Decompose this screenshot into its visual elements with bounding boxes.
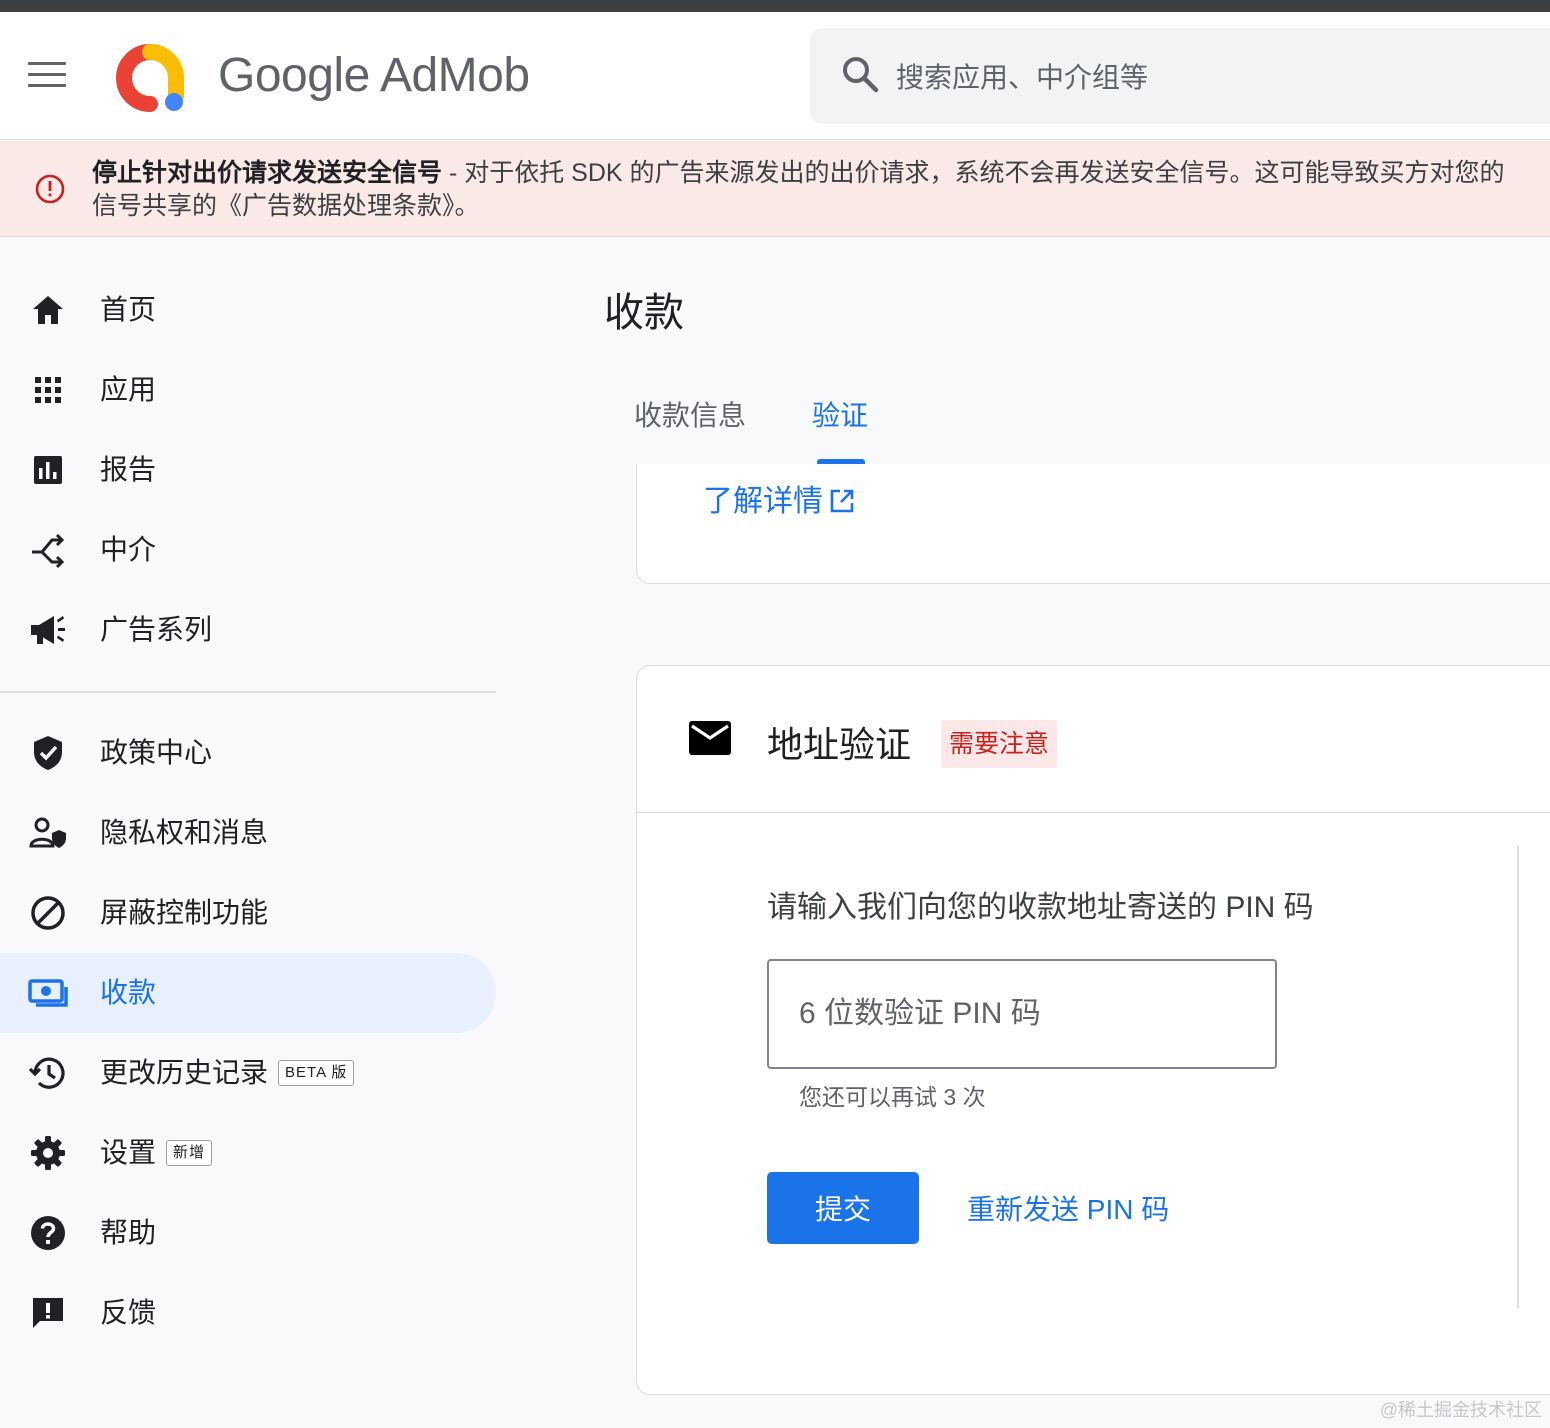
external-link-icon (830, 489, 854, 513)
sidebar-item-label: 政策中心 (100, 737, 213, 768)
sidebar-item-apps[interactable]: 应用 (0, 350, 496, 430)
new-badge: 新增 (166, 1140, 213, 1166)
admob-logo-icon[interactable] (112, 40, 188, 116)
warning-banner: 停止针对出价请求发送安全信号 - 对于依托 SDK 的广告来源发出的出价请求，系… (0, 141, 1550, 237)
sidebar-item-label: 隐私权和消息 (100, 817, 269, 848)
pin-input[interactable] (767, 959, 1277, 1069)
banner-text: 停止针对出价请求发送安全信号 - 对于依托 SDK 的广告来源发出的出价请求，系… (92, 157, 1550, 223)
merge-arrows-icon (32, 533, 65, 569)
tab-payment-info[interactable]: 收款信息 (634, 380, 746, 464)
sidebar-item-privacy[interactable]: 隐私权和消息 (0, 793, 496, 873)
apps-grid-icon (35, 377, 61, 403)
history-icon (28, 1057, 65, 1089)
browser-top-strip (0, 0, 1550, 12)
megaphone-icon (31, 616, 65, 644)
sidebar-item-label: 反馈 (100, 1297, 157, 1328)
sidebar-item-campaigns[interactable]: 广告系列 (0, 590, 496, 670)
person-shield-icon (29, 817, 66, 848)
sidebar-item-label: 应用 (100, 374, 157, 405)
sidebar-item-payments[interactable]: 收款 (0, 953, 496, 1033)
search-bar[interactable] (810, 28, 1550, 124)
sidebar-item-mediation[interactable]: 中介 (0, 510, 496, 590)
status-badge: 需要注意 (941, 720, 1058, 768)
payments-icon (28, 979, 68, 1007)
search-icon[interactable] (840, 54, 880, 94)
sidebar-item-label: 首页 (100, 294, 157, 325)
banner-body: - 对于依托 SDK 的广告来源发出的出价请求，系统不会再发送安全信号。这可能导… (442, 159, 1505, 187)
sidebar-item-label: 报告 (100, 454, 157, 485)
sidebar-divider (0, 691, 496, 693)
search-input[interactable] (896, 58, 1496, 98)
sidebar-item-policy-center[interactable]: 政策中心 (0, 713, 496, 793)
sidebar-nav: 首页 应用 报告 中介 广告系列 政策中心 隐私权和消息 屏蔽控制功能 收款 更… (0, 238, 500, 1428)
pin-prompt: 请输入我们向您的收款地址寄送的 PIN 码 (767, 891, 1314, 924)
shield-check-icon (34, 736, 62, 770)
page-title: 收款 (604, 291, 684, 335)
banner-body-line2: 信号共享的《广告数据处理条款》。 (92, 192, 480, 220)
home-icon (33, 296, 63, 324)
hamburger-menu-icon[interactable] (28, 62, 68, 92)
mail-icon (689, 721, 731, 755)
vertical-divider (1517, 846, 1519, 1308)
brand-name: Google AdMob (218, 49, 530, 102)
card-header: 地址验证 需要注意 (637, 666, 1550, 813)
bar-chart-icon (34, 456, 62, 484)
resend-pin-link[interactable]: 重新发送 PIN 码 (967, 1188, 1169, 1228)
gear-icon (31, 1136, 65, 1170)
feedback-icon (33, 1298, 63, 1328)
sidebar-item-change-history[interactable]: 更改历史记录 BETA 版 (0, 1033, 496, 1113)
info-card: 了解详情 (636, 464, 1550, 584)
sidebar-item-home[interactable]: 首页 (0, 270, 496, 350)
sidebar-item-label: 屏蔽控制功能 (100, 897, 269, 928)
sidebar-item-label: 设置 新增 (100, 1133, 213, 1173)
error-circle-icon (35, 174, 65, 204)
app-header: Google AdMob (0, 12, 1550, 140)
banner-title: 停止针对出价请求发送安全信号 (92, 159, 443, 187)
address-verification-card: 地址验证 需要注意 请输入我们向您的收款地址寄送的 PIN 码 您还可以再试 3… (636, 665, 1550, 1395)
sidebar-item-blocking-controls[interactable]: 屏蔽控制功能 (0, 873, 496, 953)
submit-button[interactable]: 提交 (767, 1172, 919, 1244)
sidebar-item-label: 中介 (100, 534, 157, 565)
help-circle-icon (31, 1216, 65, 1250)
sidebar-item-label: 广告系列 (100, 614, 213, 645)
card-title: 地址验证 (767, 724, 912, 765)
sidebar-item-help[interactable]: 帮助 (0, 1193, 496, 1273)
sidebar-item-label: 更改历史记录 BETA 版 (100, 1053, 355, 1093)
sidebar-item-reports[interactable]: 报告 (0, 430, 496, 510)
attempts-helper-text: 您还可以再试 3 次 (799, 1084, 986, 1110)
watermark: @稀土掘金技术社区 (1379, 1400, 1542, 1420)
beta-badge: BETA 版 (278, 1060, 355, 1086)
sidebar-item-settings[interactable]: 设置 新增 (0, 1113, 496, 1193)
learn-more-link[interactable]: 了解详情 (703, 476, 855, 520)
sidebar-item-label: 帮助 (100, 1217, 157, 1248)
block-icon (31, 896, 65, 930)
sidebar-item-label: 收款 (100, 977, 157, 1008)
tab-verification[interactable]: 验证 (812, 380, 868, 464)
sidebar-item-feedback[interactable]: 反馈 (0, 1273, 496, 1353)
